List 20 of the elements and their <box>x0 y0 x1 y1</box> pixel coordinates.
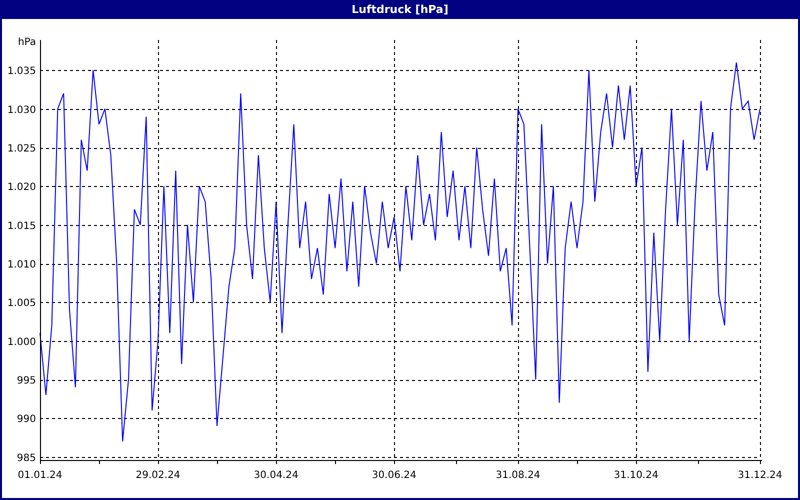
axis-unit-label: hPa <box>18 37 36 48</box>
x-tick-label: 31.10.24 <box>614 470 658 481</box>
x-tick-label: 31.12.24 <box>738 470 782 481</box>
y-tick-label: 1.025 <box>7 144 36 155</box>
y-tick-label: 1.005 <box>7 298 36 310</box>
x-tick-label: 29.02.24 <box>136 470 180 481</box>
x-tick-label: 31.08.24 <box>496 470 540 481</box>
y-tick-label: 1.035 <box>7 66 36 78</box>
y-tick-label: 1.000 <box>7 336 36 348</box>
x-tick-label: 30.04.24 <box>254 470 298 481</box>
y-tick-label: 995 <box>16 376 36 387</box>
y-tick-label: 1.015 <box>7 220 36 232</box>
x-tick-label: 01.01.24 <box>18 470 62 481</box>
y-tick-label: 985 <box>16 452 36 464</box>
y-tick-label: 1.030 <box>7 104 36 116</box>
window-title: Luftdruck [hPa] <box>0 0 800 19</box>
y-tick-label: 1.010 <box>7 260 36 271</box>
x-tick-label: 30.06.24 <box>372 470 416 481</box>
y-tick-label: 1.020 <box>7 182 36 194</box>
y-tick-label: 990 <box>16 414 36 426</box>
